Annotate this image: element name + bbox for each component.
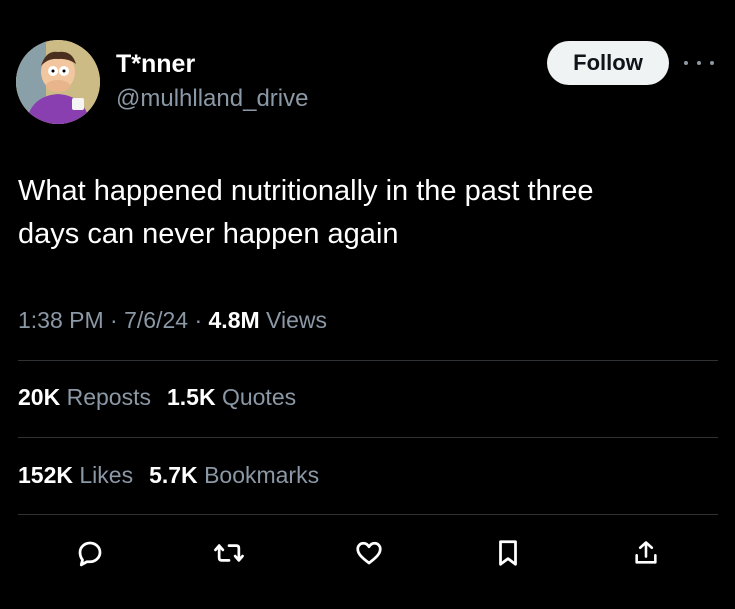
tweet-text: What happened nutritionally in the past … [18, 170, 708, 256]
more-options-icon[interactable] [684, 53, 714, 73]
meta-separator: · [188, 307, 209, 333]
reposts-stat[interactable]: 20K Reposts [18, 384, 151, 410]
views-label: Views [266, 307, 327, 333]
cartoon-avatar-icon [16, 40, 100, 124]
tweet-date[interactable]: 7/6/24 [124, 307, 188, 333]
bookmarks-stat[interactable]: 5.7K Bookmarks [149, 462, 319, 488]
likes-stat[interactable]: 152K Likes [18, 462, 133, 488]
divider [18, 437, 718, 438]
quotes-label: Quotes [221, 384, 297, 410]
author-handle[interactable]: @mulhlland_drive [116, 85, 308, 113]
likes-count: 152K [18, 462, 73, 488]
reply-icon [78, 541, 102, 567]
quotes-count: 1.5K [166, 384, 216, 410]
divider [18, 360, 718, 361]
bookmark-icon [499, 540, 517, 566]
tweet-meta: 1:38 PM · 7/6/24 · 4.8M Views [18, 307, 327, 334]
more-dot [697, 61, 701, 65]
likes-label: Likes [79, 462, 134, 488]
repost-icon [214, 544, 244, 562]
reply-button[interactable] [72, 535, 108, 571]
likes-bookmarks-row: 152K Likes 5.7K Bookmarks [18, 462, 319, 489]
like-button[interactable] [351, 535, 387, 571]
repost-button[interactable] [211, 535, 247, 571]
bookmarks-count: 5.7K [149, 462, 198, 488]
more-dot [684, 61, 688, 65]
tweet-text-line: What happened nutritionally in the past … [18, 175, 594, 207]
share-button[interactable] [628, 535, 664, 571]
reposts-count: 20K [18, 384, 61, 410]
reposts-label: Reposts [66, 384, 151, 410]
bookmark-button[interactable] [490, 535, 526, 571]
tweet-text-line: days can never happen again [18, 218, 399, 250]
follow-button[interactable]: Follow [547, 41, 669, 85]
tweet-time[interactable]: 1:38 PM [18, 307, 104, 333]
views-count: 4.8M [208, 307, 260, 333]
quotes-stat[interactable]: 1.5K Quotes [167, 384, 296, 410]
avatar[interactable] [16, 40, 100, 124]
reposts-quotes-row: 20K Reposts 1.5K Quotes [18, 384, 296, 411]
meta-separator: · [103, 307, 125, 333]
more-dot [710, 61, 714, 65]
like-icon [356, 541, 382, 565]
share-icon [635, 541, 657, 564]
divider [18, 514, 718, 515]
author-display-name[interactable]: T*nner [116, 50, 195, 79]
bookmarks-label: Bookmarks [204, 462, 320, 488]
